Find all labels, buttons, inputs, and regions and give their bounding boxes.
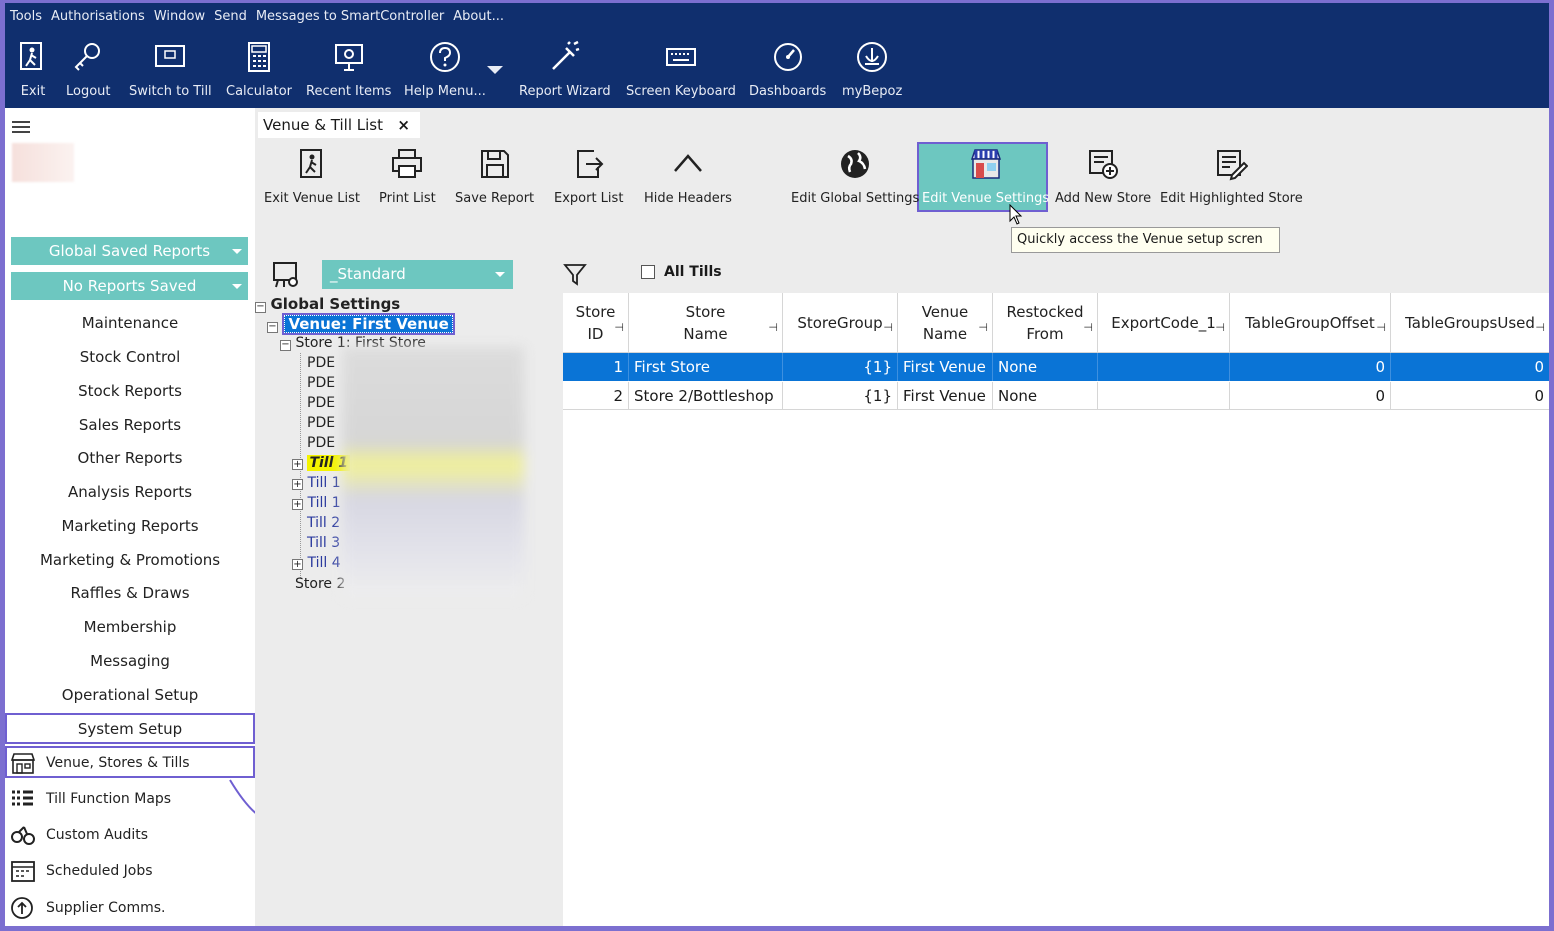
window-frame bbox=[0, 0, 1554, 931]
